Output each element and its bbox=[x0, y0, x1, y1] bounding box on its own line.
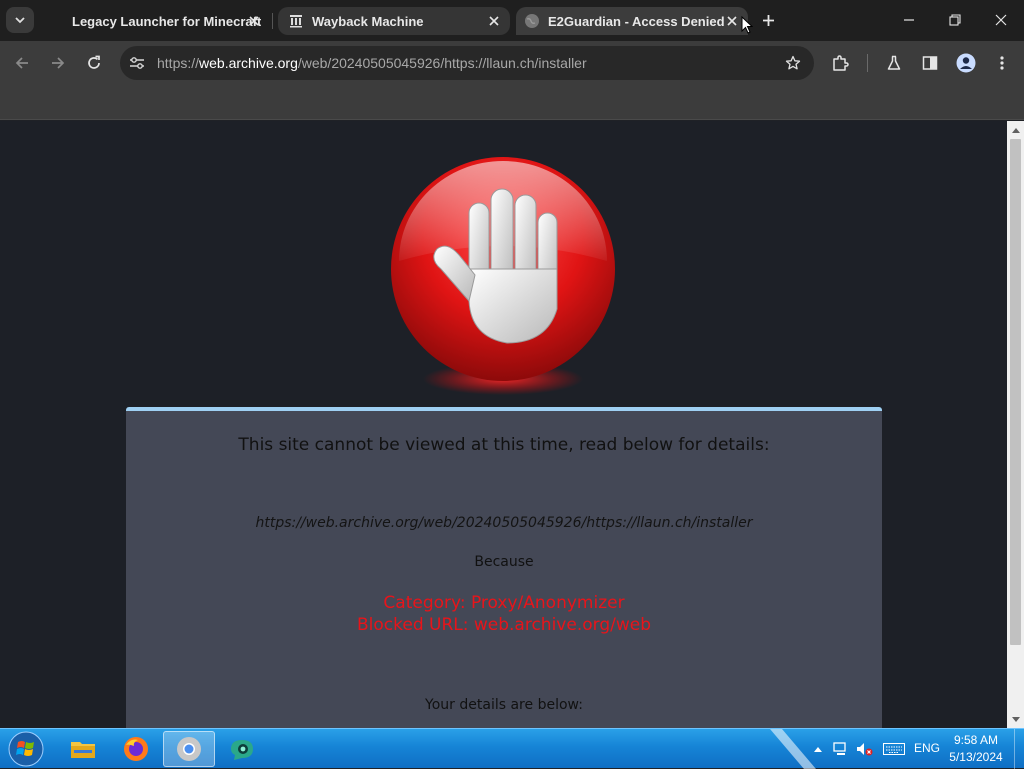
blocked-url-rule: Blocked URL: web.archive.org/web bbox=[356, 615, 651, 635]
triangle-up-icon bbox=[814, 747, 822, 752]
stop-hand-icon bbox=[385, 151, 625, 401]
arrow-left-icon bbox=[15, 57, 28, 69]
scroll-down-button[interactable] bbox=[1007, 711, 1024, 728]
profile-button[interactable] bbox=[953, 50, 979, 76]
url-scheme: https:// bbox=[157, 55, 200, 71]
windows-taskbar: ENG 9:58 AM 5/13/2024 bbox=[0, 728, 1024, 769]
scroll-thumb[interactable] bbox=[1010, 139, 1021, 645]
mouse-cursor-icon bbox=[741, 16, 753, 34]
volume-muted-icon bbox=[857, 743, 873, 756]
taskbar-chrome[interactable] bbox=[163, 731, 215, 767]
block-details-panel: This site cannot be viewed at this time,… bbox=[126, 407, 882, 728]
tab-strip: Legacy Launcher for Minecraft Wayback Ma… bbox=[0, 0, 1024, 41]
tab-search-button[interactable] bbox=[6, 7, 34, 33]
tab-close-button[interactable] bbox=[246, 13, 262, 29]
reload-icon bbox=[88, 55, 100, 69]
tab-title: Wayback Machine bbox=[312, 13, 424, 29]
back-button[interactable] bbox=[9, 50, 35, 76]
new-tab-button[interactable] bbox=[756, 9, 780, 31]
keyboard-icon bbox=[883, 743, 905, 755]
plus-icon bbox=[762, 14, 774, 26]
block-heading: This site cannot be viewed at this time,… bbox=[238, 435, 770, 455]
app-icon bbox=[231, 740, 253, 760]
system-clock[interactable]: 9:58 AM 5/13/2024 bbox=[946, 732, 1006, 766]
globe-icon bbox=[524, 13, 540, 29]
bookmark-star-button[interactable] bbox=[784, 54, 802, 72]
triangle-down-icon bbox=[1011, 716, 1020, 722]
toolbar-divider bbox=[867, 54, 868, 72]
close-icon bbox=[727, 16, 737, 26]
taskbar-firefox[interactable] bbox=[110, 731, 162, 767]
tab-e2guardian-active[interactable]: E2Guardian - Access Denied bbox=[516, 7, 748, 35]
input-language[interactable]: ENG bbox=[914, 741, 940, 755]
network-tray-button[interactable] bbox=[832, 741, 850, 757]
start-button[interactable] bbox=[6, 731, 46, 767]
tab-close-button[interactable] bbox=[724, 13, 740, 29]
windows-orb-icon bbox=[8, 731, 44, 767]
tab-legacy-launcher[interactable]: Legacy Launcher for Minecraft bbox=[58, 7, 270, 35]
address-bar[interactable]: https://web.archive.org/web/202405050459… bbox=[120, 46, 814, 80]
page-scrollbar[interactable] bbox=[1007, 121, 1024, 728]
tab-divider bbox=[272, 13, 273, 29]
close-window-button[interactable] bbox=[988, 8, 1014, 32]
details-label: Your details are below: bbox=[425, 697, 583, 713]
reload-button[interactable] bbox=[81, 50, 107, 76]
clock-date: 5/13/2024 bbox=[949, 750, 1003, 764]
avatar-icon bbox=[956, 53, 976, 73]
volume-tray-button[interactable] bbox=[856, 741, 874, 757]
forward-button[interactable] bbox=[45, 50, 71, 76]
show-desktop-button[interactable] bbox=[1014, 729, 1024, 769]
browser-toolbar: https://web.archive.org/web/202405050459… bbox=[0, 41, 1024, 85]
restore-icon bbox=[949, 14, 961, 26]
tab-title: Legacy Launcher for Minecraft bbox=[72, 13, 262, 29]
close-icon bbox=[995, 14, 1007, 26]
url-path: /web/20240505045926/https://llaun.ch/ins… bbox=[297, 55, 587, 71]
firefox-icon bbox=[124, 737, 148, 761]
keyboard-tray-button[interactable] bbox=[882, 741, 906, 757]
site-settings-icon[interactable] bbox=[128, 54, 146, 72]
page-content: This site cannot be viewed at this time,… bbox=[0, 121, 1007, 728]
tab-close-button[interactable] bbox=[486, 13, 502, 29]
minimize-icon bbox=[904, 19, 914, 21]
chevron-down-icon bbox=[15, 17, 25, 24]
block-category: Category: Proxy/Anonymizer bbox=[383, 593, 625, 613]
kebab-menu-icon bbox=[1000, 56, 1004, 70]
menu-button[interactable] bbox=[989, 50, 1015, 76]
restore-button[interactable] bbox=[942, 8, 968, 32]
clock-time: 9:58 AM bbox=[953, 733, 999, 747]
chrome-icon bbox=[177, 737, 201, 761]
triangle-up-icon bbox=[1011, 127, 1020, 133]
side-panel-icon bbox=[922, 56, 938, 70]
network-icon bbox=[833, 742, 846, 755]
star-icon bbox=[785, 55, 801, 70]
extensions-button[interactable] bbox=[827, 50, 853, 76]
archive-columns-icon bbox=[288, 13, 304, 29]
flask-icon bbox=[887, 55, 901, 70]
close-icon bbox=[249, 16, 259, 26]
bookmarks-bar bbox=[0, 85, 1024, 120]
show-hidden-icons-button[interactable] bbox=[809, 741, 827, 757]
url-host: web.archive.org bbox=[199, 55, 298, 71]
scroll-up-button[interactable] bbox=[1007, 121, 1024, 138]
tab-title: E2Guardian - Access Denied bbox=[548, 13, 725, 29]
close-icon bbox=[489, 16, 499, 26]
side-panel-button[interactable] bbox=[917, 50, 943, 76]
tab-wayback-machine[interactable]: Wayback Machine bbox=[278, 7, 510, 35]
because-label: Because bbox=[474, 554, 534, 570]
taskbar-file-explorer[interactable] bbox=[57, 731, 109, 767]
labs-button[interactable] bbox=[881, 50, 907, 76]
url-text: https://web.archive.org/web/202405050459… bbox=[157, 55, 587, 71]
folder-icon bbox=[71, 742, 95, 758]
taskbar-app-green[interactable] bbox=[216, 731, 268, 767]
minimize-button[interactable] bbox=[896, 8, 922, 32]
arrow-right-icon bbox=[52, 57, 65, 69]
blocked-page-url: https://web.archive.org/web/202405050459… bbox=[255, 515, 753, 531]
puzzle-icon bbox=[833, 55, 849, 71]
